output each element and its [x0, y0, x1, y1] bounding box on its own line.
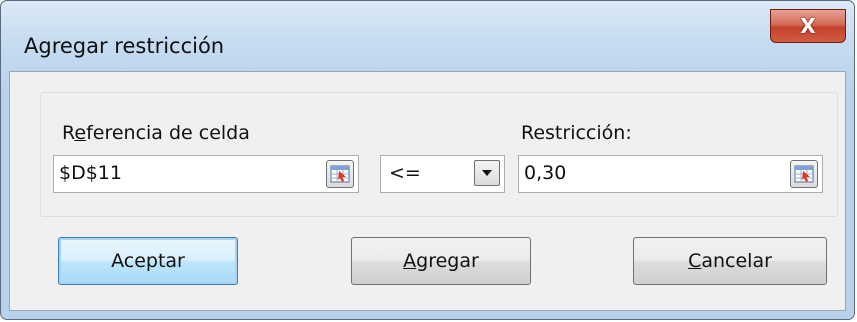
add-button[interactable]: Agregar — [351, 237, 531, 285]
close-icon: X — [800, 14, 816, 38]
cancel-button[interactable]: Cancelar — [633, 237, 827, 285]
operator-select[interactable]: <= — [380, 155, 505, 193]
ok-button[interactable]: Aceptar — [58, 237, 238, 285]
constraint-label: Restricción: — [521, 122, 632, 144]
operator-value: <= — [389, 162, 421, 184]
cell-reference-picker-button[interactable] — [326, 160, 354, 188]
constraint-field[interactable]: 0,30 — [518, 155, 823, 193]
dialog-client-area: Referencia de celda $D$11 <= Restricción… — [9, 71, 846, 311]
close-button[interactable]: X — [770, 9, 846, 43]
cell-reference-field[interactable]: $D$11 — [53, 155, 359, 193]
constraint-value: 0,30 — [524, 162, 567, 184]
dialog-window: Agregar restricción X Referencia de celd… — [0, 0, 855, 320]
chevron-down-icon[interactable] — [474, 160, 500, 186]
constraint-picker-button[interactable] — [790, 160, 818, 188]
range-select-icon — [330, 165, 350, 183]
cell-reference-value: $D$11 — [59, 162, 122, 184]
title-bar[interactable]: Agregar restricción X — [1, 1, 854, 71]
window-title: Agregar restricción — [24, 34, 225, 58]
range-select-icon — [794, 165, 814, 183]
cell-reference-label: Referencia de celda — [62, 122, 250, 144]
